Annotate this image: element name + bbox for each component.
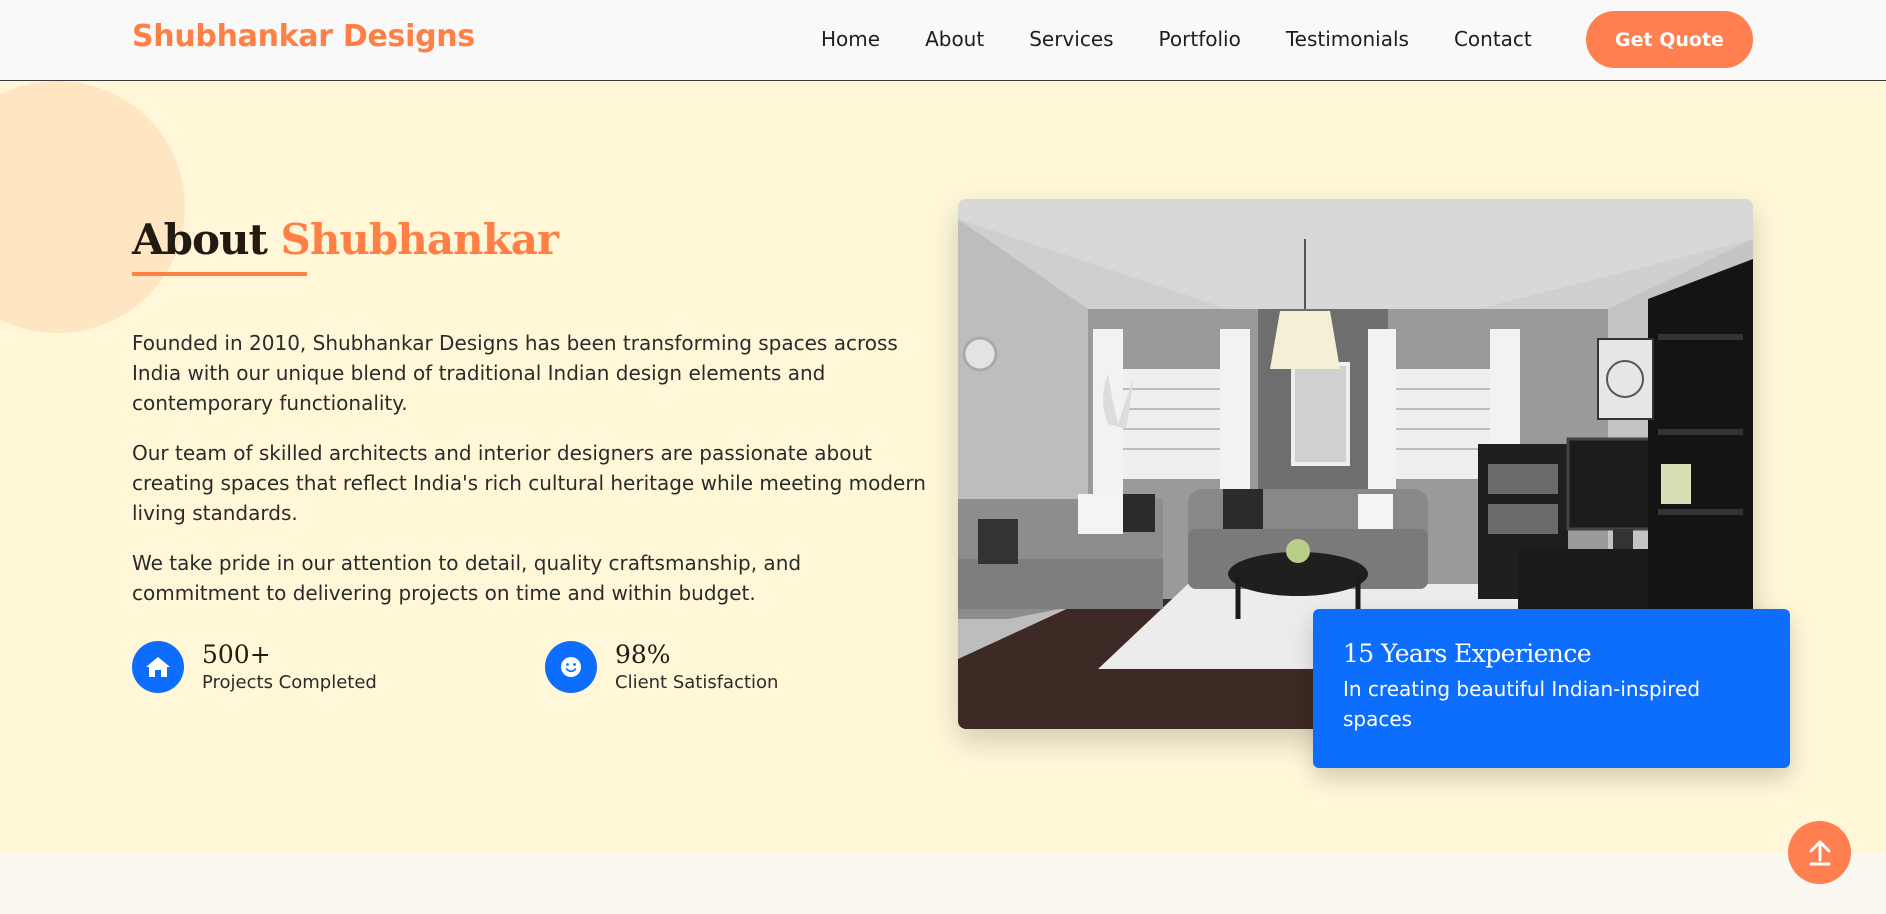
scroll-to-top-button[interactable] (1788, 821, 1851, 884)
heading-underline (132, 272, 307, 276)
stat-text: 500+ Projects Completed (202, 640, 377, 693)
stat-label: Projects Completed (202, 672, 377, 693)
home-icon (132, 640, 184, 693)
stat-label: Client Satisfaction (615, 672, 779, 693)
stat-projects: 500+ Projects Completed (132, 640, 377, 693)
section-heading: About Shubhankar (132, 215, 559, 264)
nav-link-contact[interactable]: Contact (1454, 27, 1532, 51)
get-quote-button[interactable]: Get Quote (1586, 11, 1753, 68)
about-paragraph-3: We take pride in our attention to detail… (132, 551, 802, 605)
experience-subtitle: In creating beautiful Indian-inspired sp… (1343, 677, 1701, 731)
experience-title: 15 Years Experience (1343, 639, 1592, 668)
experience-card: 15 Years Experience In creating beautifu… (1313, 609, 1790, 768)
nav-link-home[interactable]: Home (821, 27, 880, 51)
site-header: Shubhankar Designs Home About Services P… (0, 0, 1886, 81)
decorative-circle (0, 81, 185, 333)
nav-link-services[interactable]: Services (1029, 27, 1113, 51)
about-paragraph-1: Founded in 2010, Shubhankar Designs has … (132, 331, 898, 415)
heading-main: About (132, 215, 268, 264)
nav-link-portfolio[interactable]: Portfolio (1159, 27, 1241, 51)
arrow-up-icon (1809, 840, 1830, 865)
stat-satisfaction: 98% Client Satisfaction (545, 640, 778, 693)
nav-link-about[interactable]: About (925, 27, 984, 51)
main-nav: Home About Services Portfolio Testimonia… (821, 27, 1577, 51)
heading-accent: Shubhankar (280, 215, 559, 264)
brand-logo[interactable]: Shubhankar Designs (132, 19, 475, 54)
about-paragraph-2: Our team of skilled architects and inter… (132, 441, 926, 525)
stat-number: 500+ (202, 640, 271, 669)
stat-number: 98% (615, 640, 671, 669)
nav-link-testimonials[interactable]: Testimonials (1286, 27, 1409, 51)
about-section: About Shubhankar Founded in 2010, Shubha… (0, 81, 1886, 853)
smile-icon (545, 640, 597, 693)
stat-text: 98% Client Satisfaction (615, 640, 778, 693)
